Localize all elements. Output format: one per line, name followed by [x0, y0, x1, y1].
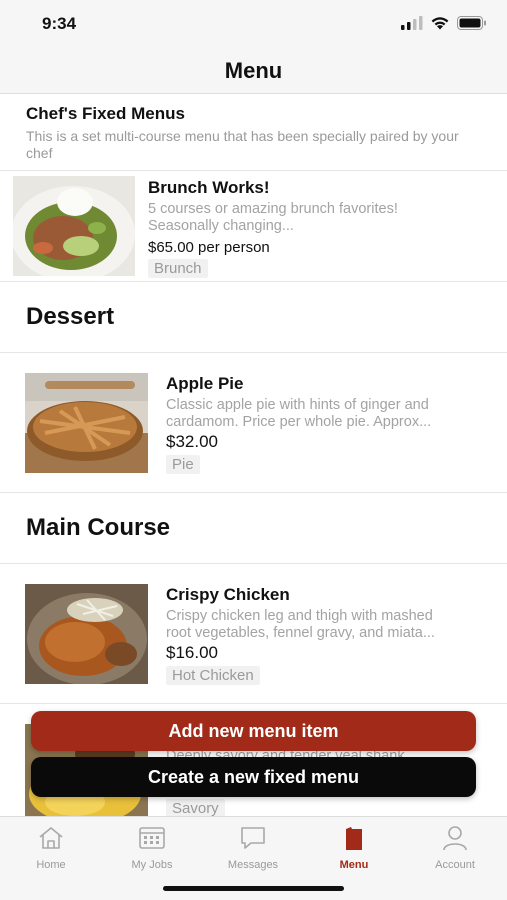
tab-label: Home	[36, 859, 66, 871]
fixed-menu-row[interactable]: Brunch Works! 5 courses or amazing brunc…	[0, 171, 507, 282]
status-icons	[401, 16, 487, 30]
menu-item-tag: Pie	[166, 455, 200, 474]
menu-item-price: $32.00	[166, 432, 218, 451]
menu-book-icon	[346, 827, 362, 850]
tab-my-jobs[interactable]: My Jobs	[107, 825, 197, 871]
wifi-icon	[431, 17, 449, 30]
create-fixed-menu-button[interactable]: Create a new fixed menu	[31, 757, 476, 797]
status-bar: 9:34	[0, 0, 507, 48]
fixed-menu-description-2: Seasonally changing...	[148, 218, 294, 234]
tab-account[interactable]: Account	[410, 825, 500, 871]
menu-item-row[interactable]: Crispy Chicken Crispy chicken leg and th…	[0, 564, 507, 704]
apple-pie-thumbnail	[25, 373, 148, 473]
section-title: Dessert	[26, 303, 115, 330]
battery-icon	[457, 16, 486, 30]
section-header-main-course: Main Course	[0, 493, 507, 564]
nav-bar: Menu	[0, 48, 507, 94]
tab-label: My Jobs	[131, 859, 173, 871]
section-header-dessert: Dessert	[0, 282, 507, 353]
fixed-menus-title: Chef's Fixed Menus	[26, 104, 185, 123]
fixed-menu-price: $65.00 per person	[148, 239, 270, 256]
home-indicator[interactable]	[163, 886, 344, 891]
menu-item-name: Crispy Chicken	[166, 585, 290, 604]
page-title: Menu	[224, 57, 283, 83]
brunch-thumbnail	[13, 176, 135, 276]
tab-messages[interactable]: Messages	[208, 825, 298, 871]
message-icon	[241, 827, 265, 849]
fixed-menu-tag: Brunch	[148, 259, 208, 278]
fixed-menu-name: Brunch Works!	[148, 178, 270, 197]
fixed-menus-header: Chef's Fixed Menus This is a set multi-c…	[0, 94, 507, 171]
crispy-chicken-thumbnail	[25, 584, 148, 684]
tab-label: Menu	[339, 859, 369, 871]
menu-item-name: Apple Pie	[166, 374, 244, 393]
menu-list[interactable]: Chef's Fixed Menus This is a set multi-c…	[0, 94, 507, 816]
signal-icon	[401, 16, 423, 30]
add-menu-item-button[interactable]: Add new menu item	[31, 711, 476, 751]
tab-label: Account	[435, 859, 475, 871]
menu-item-description: Classic apple pie with hints of ginger a…	[166, 397, 429, 413]
calendar-icon	[139, 827, 165, 849]
fixed-menus-subtitle: This is a set multi-course menu that has…	[26, 128, 459, 161]
menu-item-description-2: cardamom. Price per whole pie. Approx...	[166, 414, 432, 430]
menu-item-tag: Hot Chicken	[166, 666, 260, 685]
home-icon	[39, 827, 63, 849]
tab-label: Messages	[227, 859, 279, 871]
menu-item-row[interactable]: Apple Pie Classic apple pie with hints o…	[0, 353, 507, 493]
menu-item-price: $16.00	[166, 643, 218, 662]
fixed-menu-description: 5 courses or amazing brunch favorites!	[148, 201, 398, 217]
menu-item-tag: Savory	[166, 799, 225, 816]
menu-item-description: Crispy chicken leg and thigh with mashed	[166, 608, 433, 624]
tab-home[interactable]: Home	[6, 825, 96, 871]
person-icon	[443, 826, 467, 851]
menu-item-description-2: root vegetables, fennel gravy, and miata…	[166, 625, 435, 641]
status-time: 9:34	[42, 14, 77, 33]
section-title: Main Course	[26, 514, 171, 541]
tab-menu[interactable]: Menu	[309, 825, 399, 871]
